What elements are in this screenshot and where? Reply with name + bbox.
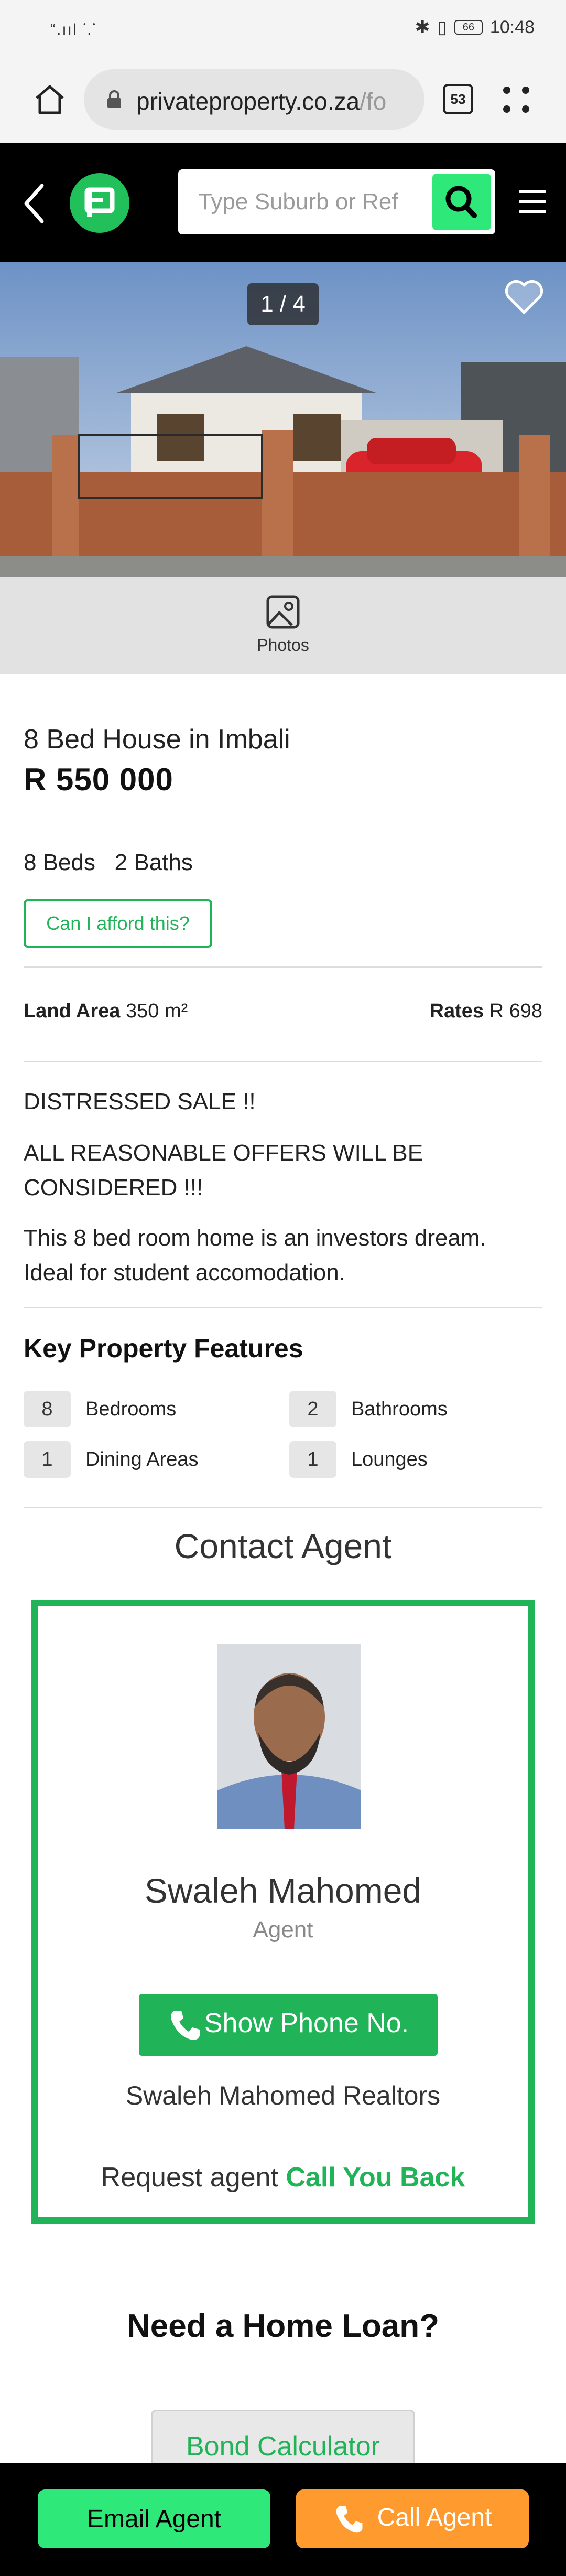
rates: Rates R 698 (430, 1000, 542, 1023)
url-text: privateproperty.co.za/fo (136, 87, 409, 115)
photos-label: Photos (257, 636, 309, 654)
agent-photo (217, 1644, 361, 1829)
bottom-action-bar: Email Agent Call Agent (0, 2463, 566, 2576)
search-input[interactable] (178, 169, 430, 234)
feature-label: Dining Areas (85, 1448, 199, 1471)
description-line: This 8 bed room home is an investors dre… (24, 1225, 486, 1285)
land-area-label: Land Area (24, 1000, 121, 1022)
description-line: ALL REASONABLE OFFERS WILL BE CONSIDERED… (24, 1140, 423, 1200)
battery-icon: 66 (454, 20, 483, 35)
feature-label: Lounges (351, 1448, 428, 1471)
address-bar[interactable]: privateproperty.co.za/fo (84, 69, 424, 130)
feature-label: Bedrooms (85, 1398, 177, 1420)
show-phone-button[interactable]: Show Phone No. (139, 1994, 438, 2056)
beds-baths-summary: 8 Beds 2 Baths (24, 850, 193, 875)
listing-photo[interactable]: 1 / 4 (0, 262, 566, 577)
rates-label: Rates (429, 1000, 484, 1022)
feature-count: 1 (24, 1441, 71, 1478)
hamburger-menu-icon[interactable] (519, 190, 546, 214)
callback-prefix: Request agent (101, 2162, 278, 2193)
agency-name[interactable]: Swaleh Mahomed Realtors (38, 2080, 528, 2111)
favourite-heart-icon[interactable] (503, 278, 545, 316)
more-options-icon[interactable] (500, 84, 532, 115)
home-icon[interactable] (31, 81, 68, 118)
call-agent-label: Call Agent (377, 2503, 492, 2531)
divider (24, 1507, 542, 1508)
contact-heading: Contact Agent (174, 1527, 392, 1565)
tab-switcher-button[interactable]: 53 (443, 84, 473, 114)
feature-label: Bathrooms (351, 1398, 448, 1420)
feature-count: 8 (24, 1391, 71, 1427)
image-icon (266, 595, 300, 629)
rates-value: R 698 (489, 1000, 542, 1022)
status-bar: “.ııl ⸪ ✱ ▯ 66 10:48 (0, 0, 566, 55)
divider (24, 1307, 542, 1308)
agent-role: Agent (253, 1917, 313, 1942)
show-phone-label: Show Phone No. (204, 2008, 409, 2038)
status-right: ✱ ▯ 66 10:48 (415, 17, 535, 38)
logo-mark-icon (84, 187, 115, 217)
search-box (178, 169, 495, 234)
land-area: Land Area 350 m² (24, 1000, 188, 1023)
call-you-back-link[interactable]: Call You Back (286, 2162, 465, 2193)
phone-icon (170, 2011, 200, 2041)
feature-count: 2 (289, 1391, 336, 1427)
browser-toolbar: privateproperty.co.za/fo 53 (0, 55, 566, 143)
bluetooth-icon: ✱ (415, 17, 430, 37)
divider (24, 966, 542, 968)
search-button[interactable] (432, 174, 491, 230)
agent-name: Swaleh Mahomed (144, 1871, 422, 1910)
vibrate-icon: ▯ (437, 17, 447, 37)
phone-icon (336, 2506, 363, 2533)
features-heading: Key Property Features (24, 1334, 303, 1363)
divider (24, 1061, 542, 1062)
clock: 10:48 (489, 17, 535, 37)
site-header (0, 143, 566, 262)
callback-request: Request agent Call You Back (38, 2162, 528, 2193)
home-loan-heading: Need a Home Loan? (127, 2308, 439, 2344)
listing-price: R 550 000 (24, 762, 173, 797)
back-arrow-icon[interactable] (21, 183, 47, 224)
feature-count: 1 (289, 1441, 336, 1478)
url-host: privateproperty.co.za (136, 88, 360, 115)
photos-button[interactable]: Photos (0, 577, 566, 674)
agent-portrait (217, 1644, 361, 1829)
url-path: /fo (360, 88, 387, 115)
photo-counter: 1 / 4 (247, 283, 319, 325)
search-icon (445, 186, 477, 218)
description-line: DISTRESSED SALE !! (24, 1089, 256, 1114)
email-agent-button[interactable]: Email Agent (38, 2489, 270, 2548)
lock-icon (107, 90, 121, 108)
call-agent-button[interactable]: Call Agent (296, 2489, 529, 2548)
agent-card: Swaleh Mahomed Agent Show Phone No. Swal… (31, 1600, 535, 2224)
land-area-value: 350 m² (125, 1000, 188, 1022)
signal-indicator: “.ııl ⸪ (50, 21, 97, 38)
afford-calculator-button[interactable]: Can I afford this? (24, 899, 212, 948)
site-logo[interactable] (70, 173, 129, 233)
listing-title: 8 Bed House in Imbali (24, 724, 290, 755)
